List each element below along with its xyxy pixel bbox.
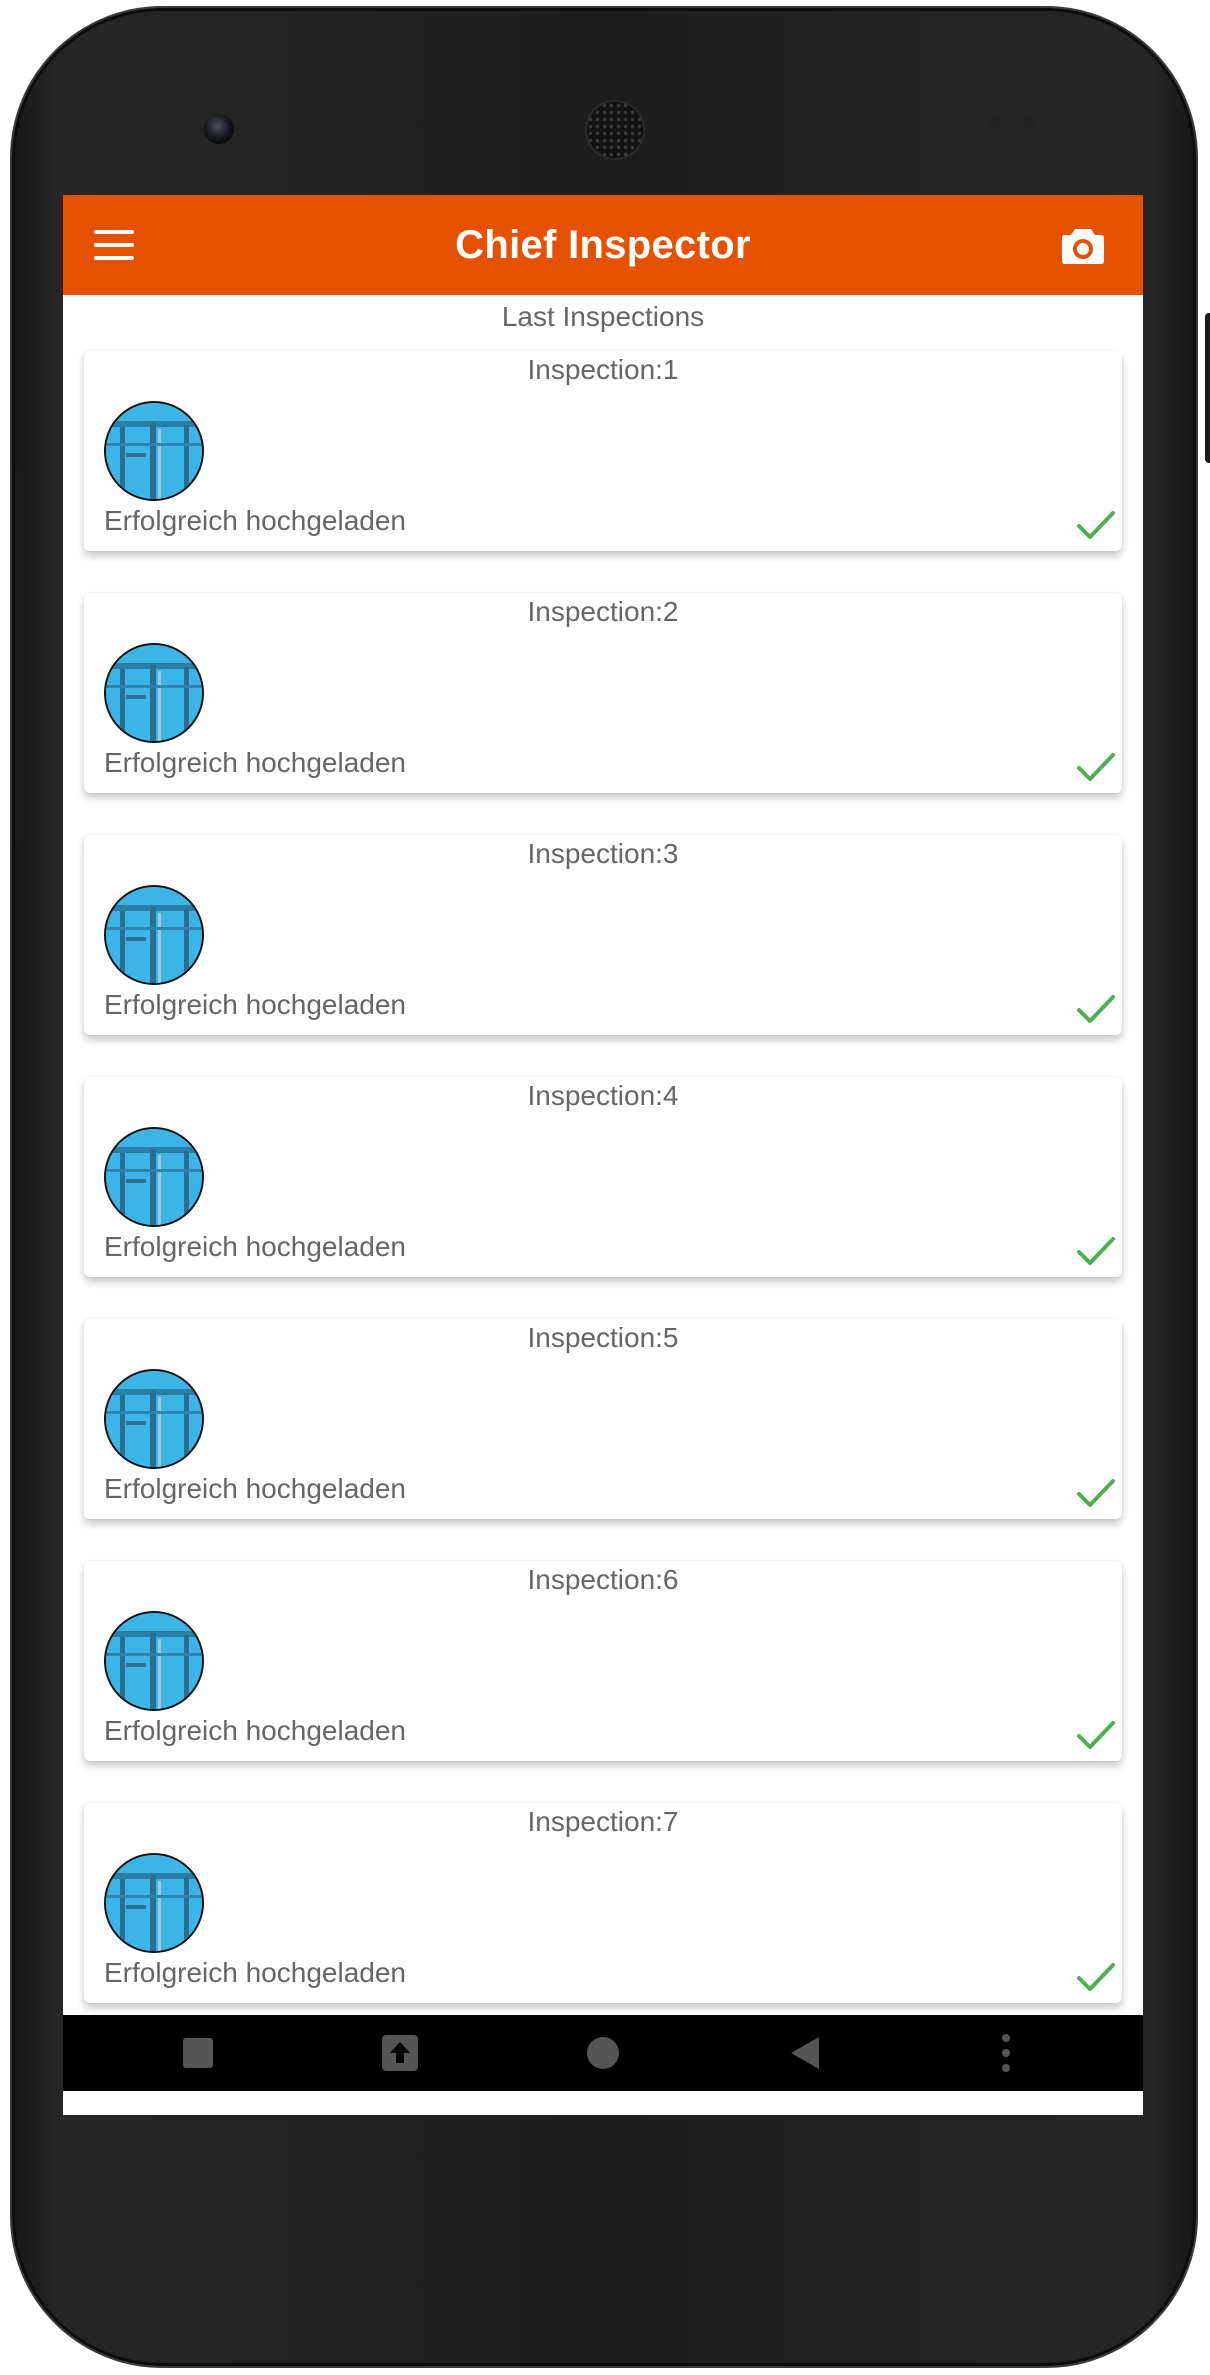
check-icon [1076,993,1116,1025]
container-thumbnail [104,885,204,985]
inspection-card[interactable]: Inspection:2 Erfolgreich hochgeladen [84,593,1122,793]
upload-status: Erfolgreich hochgeladen [104,1231,406,1262]
upload-status: Erfolgreich hochgeladen [104,505,406,536]
inspection-card[interactable]: Inspection:1 Erfolgreich hochgeladen [84,351,1122,551]
inspection-card[interactable]: Inspection:5 Erfolgreich hochgeladen [84,1319,1122,1519]
inspection-title: Inspection:7 [527,1806,679,1837]
section-title: Last Inspections [501,301,705,332]
front-camera [204,114,234,144]
upload-status: Erfolgreich hochgeladen [104,1957,406,1988]
inspection-title: Inspection:4 [527,1080,679,1111]
app-bar: Chief Inspector [63,195,1143,295]
check-icon [1076,1477,1116,1509]
upload-status: Erfolgreich hochgeladen [104,1473,406,1504]
inspection-title: Inspection:5 [527,1322,679,1353]
check-icon [1076,1235,1116,1267]
system-navigation-bar [63,2015,1143,2091]
more-vertical-icon[interactable] [968,2015,1044,2091]
check-icon [1076,509,1116,541]
container-thumbnail [104,1127,204,1227]
square-icon[interactable] [160,2015,236,2091]
container-thumbnail [104,401,204,501]
check-icon [1076,1961,1116,1993]
inspection-card[interactable]: Inspection:7 Erfolgreich hochgeladen [84,1803,1122,2003]
inspection-title: Inspection:6 [527,1564,679,1595]
container-thumbnail [104,1369,204,1469]
inspection-card[interactable]: Inspection:3 Erfolgreich hochgeladen [84,835,1122,1035]
upload-icon[interactable] [362,2015,438,2091]
container-thumbnail [104,643,204,743]
inspection-list-view[interactable]: Last Inspections Inspection:1 Erfolgreich… [63,295,1143,2015]
camera-icon[interactable] [1061,225,1105,265]
inspection-card[interactable]: Inspection:6 Erfolgreich hochgeladen [84,1561,1122,1761]
proximity-sensor [987,116,1001,130]
app-screen: Chief Inspector Last Inspections Inspect… [63,195,1143,2115]
side-button-left [15,466,29,846]
inspection-title: Inspection:1 [527,354,679,385]
check-icon [1076,1719,1116,1751]
light-sensor [1022,116,1036,130]
container-thumbnail [104,1611,204,1711]
upload-status: Erfolgreich hochgeladen [104,747,406,778]
app-title: Chief Inspector [455,222,751,267]
inspection-card[interactable]: Inspection:4 Erfolgreich hochgeladen [84,1077,1122,1277]
side-button-right [1205,313,1210,463]
inspection-title: Inspection:2 [527,596,679,627]
hamburger-menu-icon[interactable] [94,230,134,260]
earpiece-speaker [587,102,643,158]
upload-status: Erfolgreich hochgeladen [104,1715,406,1746]
check-icon [1076,751,1116,783]
inspection-title: Inspection:3 [527,838,679,869]
upload-status: Erfolgreich hochgeladen [104,989,406,1020]
home-circle-icon[interactable] [565,2015,641,2091]
container-thumbnail [104,1853,204,1953]
back-triangle-icon[interactable] [767,2015,843,2091]
